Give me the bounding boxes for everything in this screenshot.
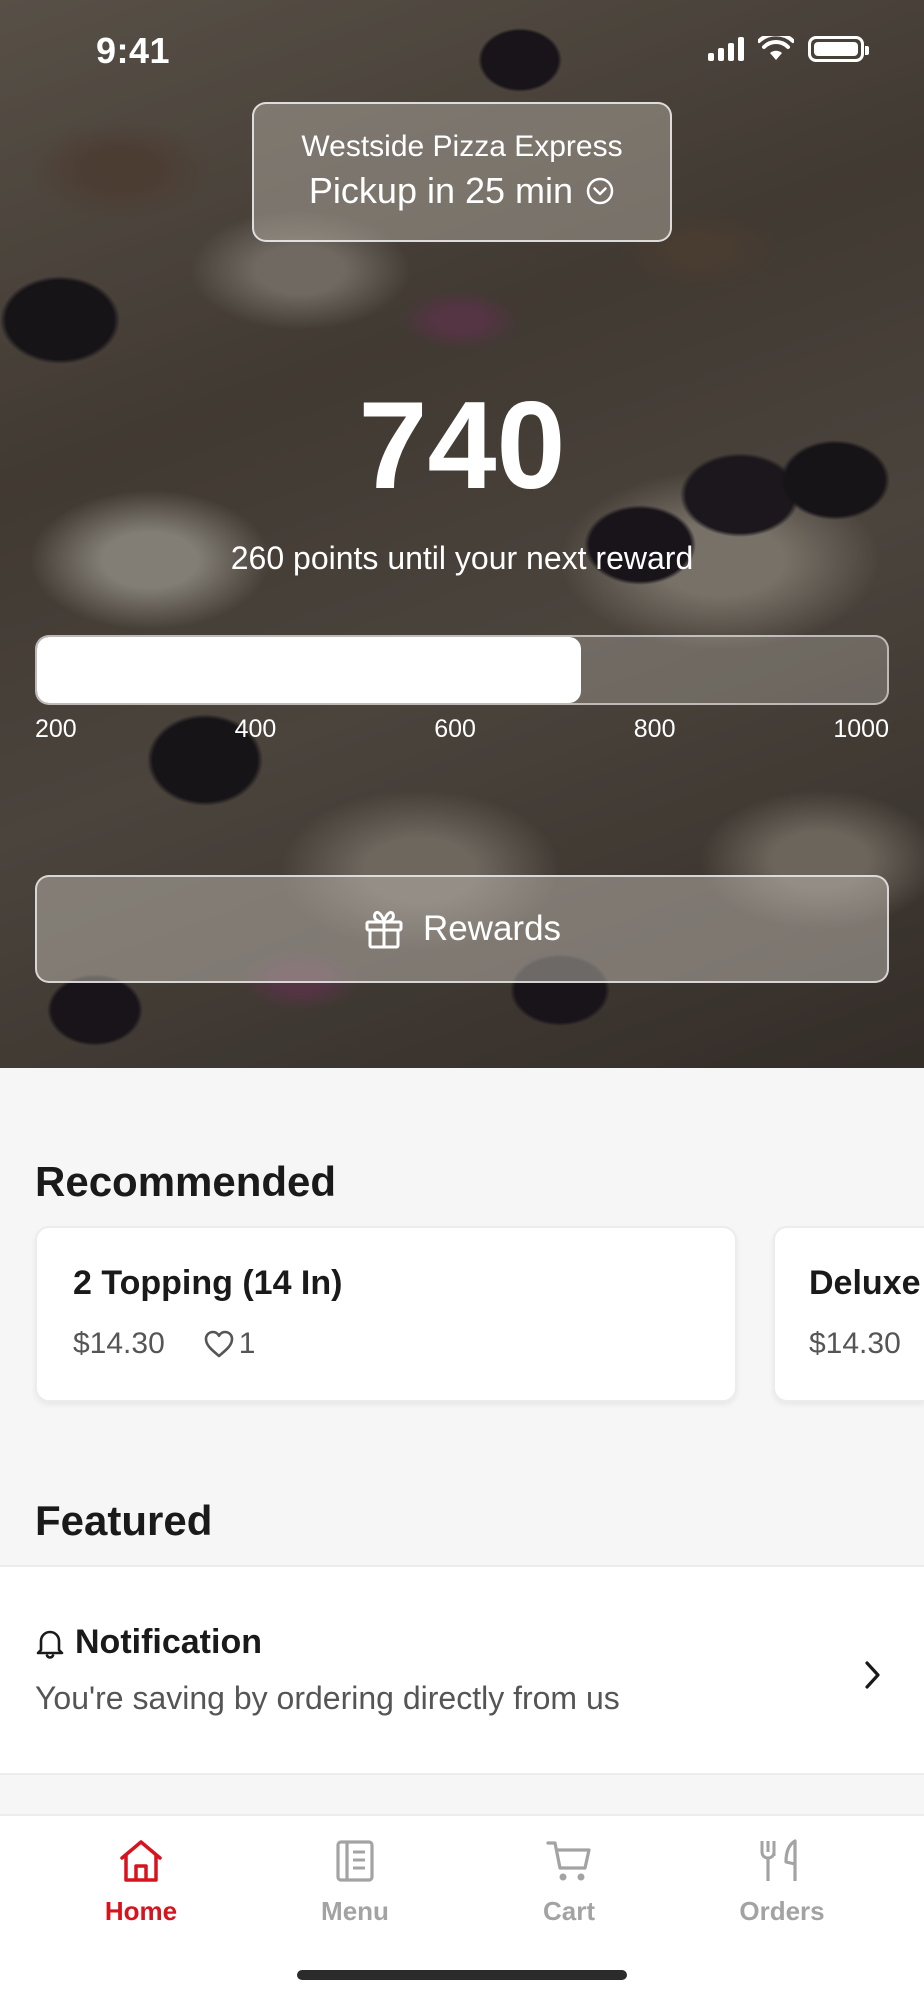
chevron-right-icon (865, 1661, 880, 1689)
tab-label: Cart (542, 1896, 595, 1926)
chevron-down-circle-icon (586, 177, 614, 205)
status-time: 9:41 (96, 30, 171, 71)
tab-cart[interactable]: Cart (499, 1838, 639, 1927)
recommended-card[interactable]: Deluxe $14.30 (773, 1226, 924, 1402)
tab-home[interactable]: Home (71, 1838, 211, 1927)
tick-label: 1000 (833, 715, 889, 743)
rewards-button-label: Rewards (422, 909, 562, 948)
battery-icon (808, 36, 869, 62)
rewards-button[interactable]: Rewards (35, 875, 889, 983)
gift-icon (365, 910, 403, 949)
notification-body: You're saving by ordering directly from … (35, 1680, 620, 1716)
points-total: 740 (358, 377, 566, 515)
store-name: Westside Pizza Express (301, 130, 623, 163)
likes[interactable]: 1 (203, 1327, 256, 1361)
store-selector[interactable]: Westside Pizza Express Pickup in 25 min (252, 102, 672, 242)
rewards-progress-bar (35, 635, 889, 705)
menu-icon (336, 1840, 374, 1882)
notification-title: Notification (75, 1623, 262, 1661)
tab-menu[interactable]: Menu (285, 1838, 425, 1927)
tab-label: Orders (739, 1896, 825, 1926)
home-icon (120, 1840, 162, 1882)
recommended-title: Recommended (35, 1158, 337, 1205)
item-price: $14.30 (809, 1327, 901, 1360)
tick-label: 800 (633, 715, 676, 743)
home-indicator (297, 1970, 627, 1980)
notification-row[interactable]: Notification You're saving by ordering d… (0, 1565, 924, 1775)
tick-label: 200 (35, 715, 77, 743)
cart-icon (546, 1841, 591, 1881)
item-name: Deluxe (809, 1264, 921, 1302)
progress-ticks: 200 400 600 800 1000 (35, 715, 889, 744)
tab-orders[interactable]: Orders (712, 1838, 852, 1927)
heart-icon (204, 1330, 234, 1358)
points-remaining-text: 260 points until your next reward (230, 540, 694, 576)
pickup-time: Pickup in 25 min (254, 170, 670, 212)
like-count: 1 (238, 1327, 256, 1360)
rewards-progress-fill (37, 637, 581, 703)
pickup-label: Pickup in 25 min (308, 170, 574, 211)
status-icons (708, 36, 869, 62)
orders-icon (760, 1839, 797, 1881)
featured-title: Featured (35, 1497, 213, 1544)
item-price: $14.30 (73, 1327, 165, 1360)
recommended-card[interactable]: 2 Topping (14 In) $14.30 1 (35, 1226, 737, 1402)
tab-label: Home (104, 1896, 178, 1926)
bell-icon (36, 1630, 64, 1659)
tick-label: 600 (434, 715, 476, 743)
tick-label: 400 (234, 715, 277, 743)
signal-icon (708, 37, 744, 61)
tab-label: Menu (321, 1896, 389, 1926)
wifi-icon (758, 36, 794, 60)
item-name: 2 Topping (14 In) (73, 1264, 343, 1302)
